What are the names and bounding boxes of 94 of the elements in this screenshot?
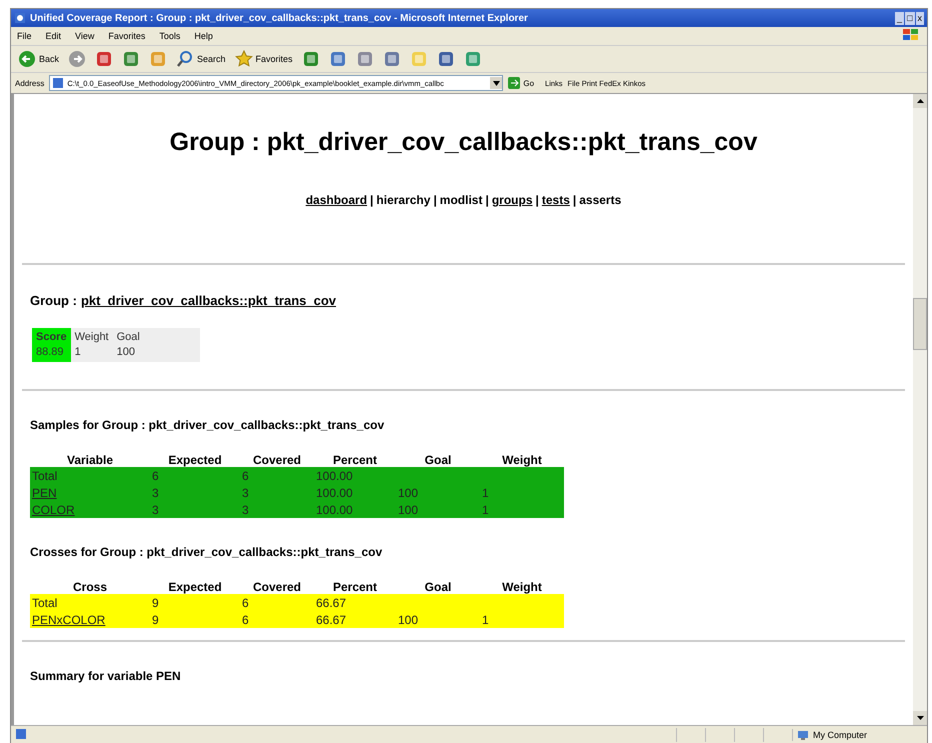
scroll-thumb[interactable] <box>913 298 927 350</box>
table-cell: 6 <box>240 594 314 611</box>
toolbar-button[interactable]: Search <box>173 49 229 69</box>
table-cell: 6 <box>150 467 240 484</box>
toolbar-button[interactable]: Back <box>15 49 62 69</box>
score-cell-text: Goal 100 <box>116 330 141 360</box>
scrollbar[interactable] <box>913 94 927 725</box>
window-control-button[interactable]: x <box>916 12 924 24</box>
address-label: Address <box>15 78 44 88</box>
table-cell: 100.00 <box>314 467 396 484</box>
toolbar-button[interactable]: Favorites <box>232 49 296 69</box>
toolbar-icon <box>328 50 347 68</box>
table-cell: 1 <box>480 611 564 628</box>
window-control-button[interactable]: _ <box>895 12 904 24</box>
score-cell: Score 88.89 <box>32 328 71 362</box>
toolbar-icon <box>382 50 401 68</box>
scroll-up-icon[interactable] <box>913 94 927 108</box>
column-header: Covered <box>252 452 302 467</box>
section-heading: Summary for variable PEN <box>30 669 182 683</box>
scroll-down-icon[interactable] <box>913 711 927 725</box>
table-cell: 66.67 <box>314 594 396 611</box>
section-heading: Samples for Group : pkt_driver_cov_callbacks::pkt_trans_cov <box>30 418 386 432</box>
menu-item[interactable]: Help <box>194 31 213 41</box>
column-header: Variable <box>66 452 114 467</box>
toolbar-icon <box>149 50 168 68</box>
nav-link[interactable]: modlist <box>440 193 482 207</box>
table-cell: 3 <box>240 484 314 501</box>
menu-item[interactable]: Tools <box>159 31 180 41</box>
table-cell: 6 <box>240 611 314 628</box>
column-header: Weight <box>501 579 543 594</box>
separator: | <box>536 193 539 207</box>
browser-icon <box>14 12 26 24</box>
score-cell-text: Weight 1 <box>74 330 110 360</box>
go-button[interactable]: Go <box>508 77 540 89</box>
column-header: Goal <box>424 579 452 594</box>
toolbar-icon <box>436 50 455 68</box>
table-cell[interactable]: PENxCOLOR <box>30 611 150 628</box>
separator: | <box>485 193 489 207</box>
computer-icon <box>797 729 809 741</box>
table-cell: Total <box>30 594 150 611</box>
table-cell: 3 <box>240 501 314 518</box>
table-cell: 1 <box>480 484 564 501</box>
table-cell: 6 <box>240 467 314 484</box>
group-link[interactable]: pkt_driver_cov_callbacks::pkt_trans_cov <box>80 293 336 308</box>
window-title: Unified Coverage Report : Group : pkt_driver_cov_callbacks::pkt_trans_cov - Microsoft Internet Explorer <box>30 12 529 24</box>
toolbar-icon <box>302 50 320 68</box>
toolbar-icon <box>356 50 374 68</box>
table-cell: Total <box>30 467 150 484</box>
table-cell: 100 <box>396 611 480 628</box>
table-cell: 100.00 <box>314 484 396 501</box>
dropdown-icon <box>490 77 502 89</box>
toolbar-icon <box>410 50 428 68</box>
security-zone: My Computer <box>792 729 927 741</box>
nav-link[interactable]: hierarchy <box>376 193 430 207</box>
table-cell: 3 <box>150 484 240 501</box>
column-header: Weight <box>501 452 543 467</box>
table-cell[interactable]: PEN <box>30 484 150 501</box>
column-header: Goal <box>424 452 452 467</box>
table-cell: 66.67 <box>314 611 396 628</box>
table-cell[interactable]: COLOR <box>30 501 150 518</box>
column-header: Cross <box>72 579 108 594</box>
table-cell: 9 <box>150 611 240 628</box>
column-header: Expected <box>167 579 223 594</box>
star-icon <box>234 50 253 68</box>
separator: | <box>370 193 374 207</box>
toolbar-icon <box>95 50 114 68</box>
window-control-button[interactable]: □ <box>905 12 914 24</box>
nav-link[interactable]: asserts <box>579 193 622 207</box>
nav-link[interactable]: groups <box>492 193 532 207</box>
table-cell: 9 <box>150 594 240 611</box>
page-icon <box>52 77 64 89</box>
page-title: Group : pkt_driver_cov_callbacks::pkt_trans_cov <box>168 128 758 157</box>
column-header: Percent <box>332 579 378 594</box>
table-cell: 3 <box>150 501 240 518</box>
section-heading: Crosses for Group : pkt_driver_cov_callbacks::pkt_trans_cov <box>30 545 384 559</box>
column-header: Expected <box>167 452 223 467</box>
table-cell: 100 <box>396 501 480 518</box>
menu-item[interactable]: Edit <box>46 31 62 41</box>
separator: | <box>433 193 437 207</box>
table-cell: 1 <box>480 501 564 518</box>
group-label: Group : <box>30 293 77 308</box>
menu-item[interactable]: View <box>75 31 94 41</box>
separator: | <box>572 193 576 207</box>
menu-item[interactable]: File <box>17 31 32 41</box>
toolbar-icon <box>464 50 482 68</box>
table-cell: 100.00 <box>314 501 396 518</box>
nav-link[interactable]: dashboard <box>306 193 368 207</box>
column-header: Percent <box>332 452 378 467</box>
column-header: Covered <box>252 579 302 594</box>
menu-item[interactable]: Favorites <box>108 31 146 41</box>
table-cell: 100 <box>396 484 480 501</box>
search-icon <box>176 50 194 68</box>
nav-link[interactable]: tests <box>542 193 570 207</box>
toolbar-icon <box>122 50 140 68</box>
